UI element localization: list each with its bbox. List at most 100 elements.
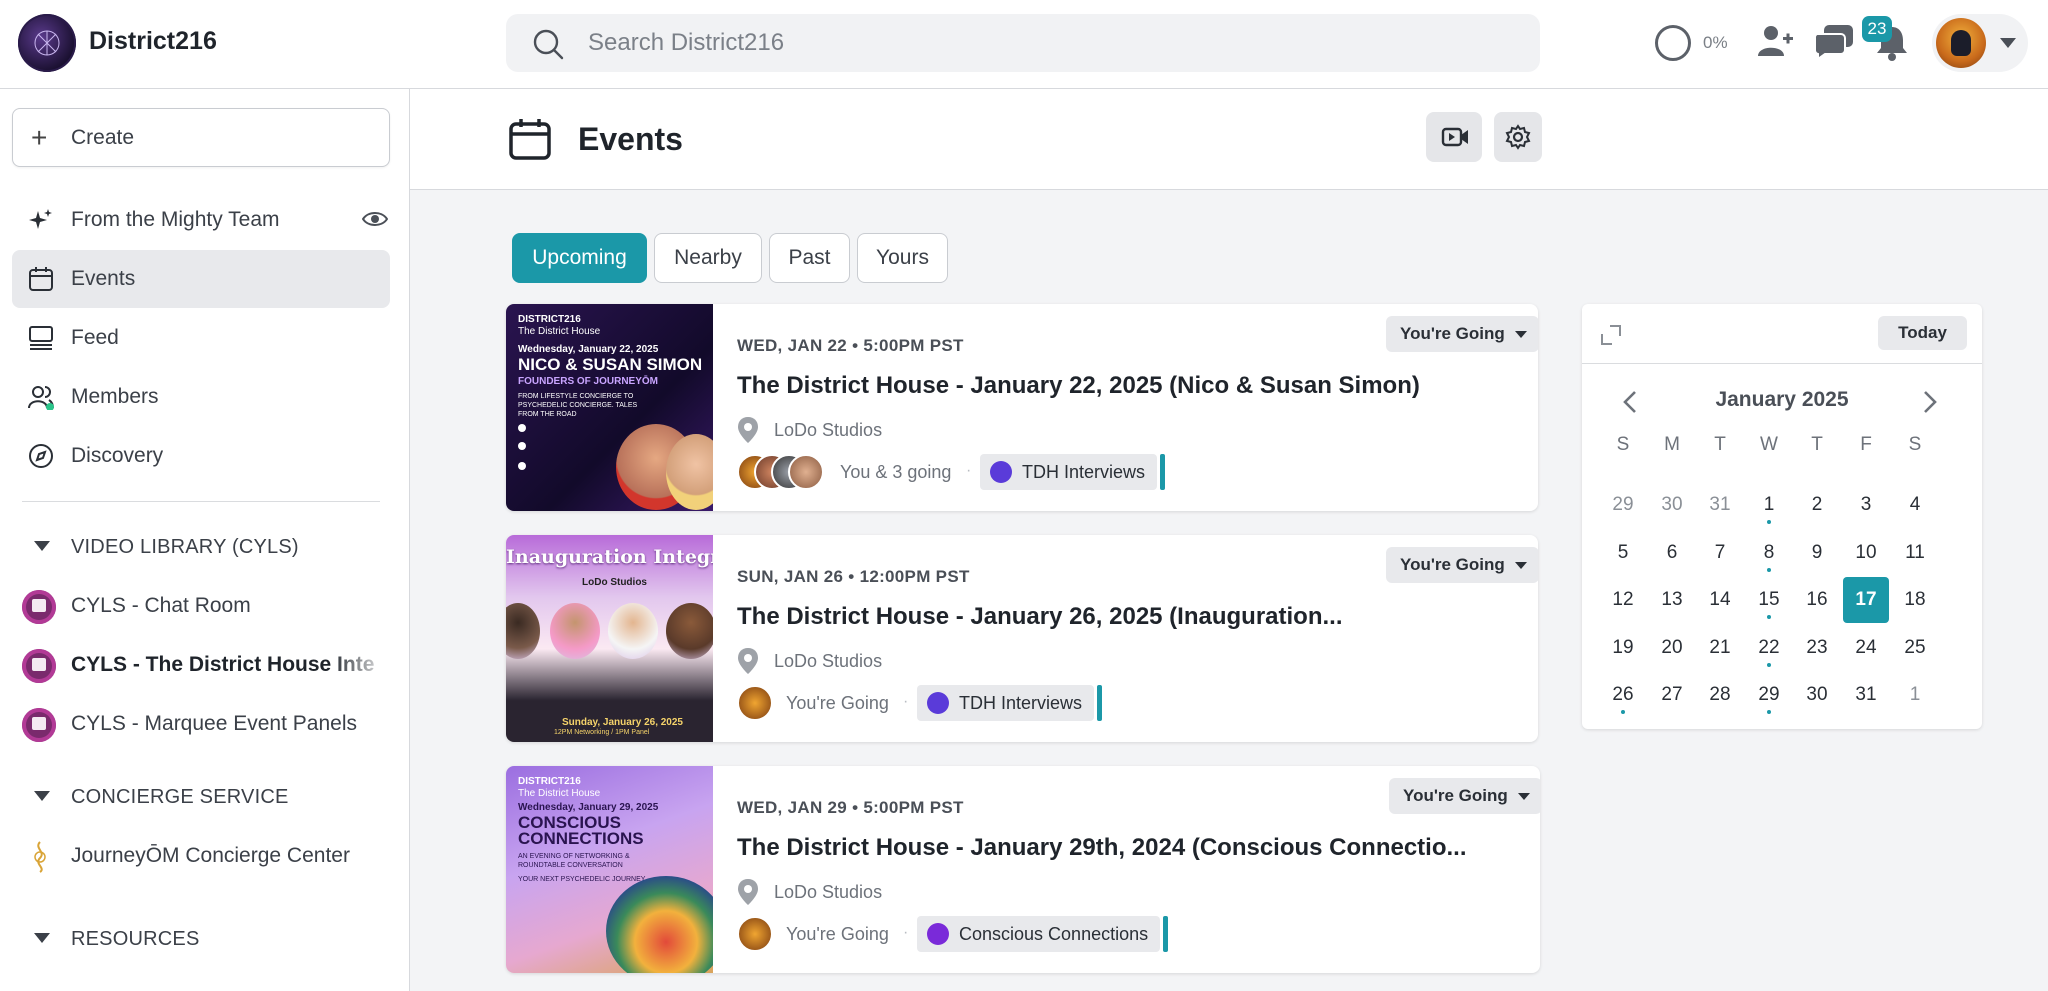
sidebar-item-concierge-center[interactable]: JourneyŌM Concierge Center — [12, 830, 390, 882]
rsvp-dropdown[interactable]: You're Going — [1389, 778, 1540, 814]
calendar-day[interactable]: 18 — [1892, 577, 1938, 623]
sidebar-item-feed[interactable]: Feed — [12, 309, 390, 367]
expand-icon[interactable] — [1600, 324, 1622, 346]
event-title[interactable]: The District House - January 29th, 2024 … — [737, 834, 1467, 862]
calendar-day[interactable]: 30 — [1649, 482, 1695, 528]
section-concierge-service[interactable]: CONCIERGE SERVICE — [12, 777, 390, 817]
caret-down-icon — [34, 541, 50, 551]
event-thumbnail[interactable]: Inauguration Integration LoDo Studios Su… — [506, 535, 713, 742]
calendar-day[interactable]: 5 — [1600, 530, 1646, 576]
search-input[interactable] — [588, 14, 1488, 72]
calendar-day[interactable]: 26 — [1600, 672, 1646, 718]
calendar-day[interactable]: 1 — [1892, 672, 1938, 718]
video-button[interactable] — [1426, 112, 1482, 162]
calendar-day[interactable]: 10 — [1843, 530, 1889, 576]
calendar-day[interactable]: 13 — [1649, 577, 1695, 623]
calendar-day-number: 4 — [1909, 494, 1921, 515]
sidebar-item-discovery[interactable]: Discovery — [12, 427, 390, 485]
calendar-day[interactable]: 31 — [1697, 482, 1743, 528]
calendar-day[interactable]: 25 — [1892, 625, 1938, 671]
calendar-day[interactable]: 24 — [1843, 625, 1889, 671]
event-tag[interactable]: Conscious Connections — [917, 916, 1169, 952]
calendar-day[interactable]: 7 — [1697, 530, 1743, 576]
calendar-day[interactable]: 23 — [1794, 625, 1840, 671]
tab-nearby[interactable]: Nearby — [654, 233, 762, 283]
calendar-day[interactable]: 31 — [1843, 672, 1889, 718]
event-title[interactable]: The District House - January 22, 2025 (N… — [737, 372, 1420, 400]
calendar-day[interactable]: 17 — [1843, 577, 1889, 623]
progress-ring[interactable] — [1655, 25, 1691, 61]
thumb-time: 12PM Networking / 1PM Panel — [554, 729, 650, 736]
user-menu[interactable] — [1932, 14, 2028, 72]
calendar-day[interactable]: 29 — [1600, 482, 1646, 528]
thumb-blurb: FROM LIFESTYLE CONCIERGE TO PSYCHEDELIC … — [518, 393, 638, 418]
sidebar-item-cyls-marquee[interactable]: CYLS - Marquee Event Panels — [12, 698, 390, 750]
sidebar-item-cyls-district-house[interactable]: CYLS - The District House Inte — [12, 639, 390, 691]
calendar-day[interactable]: 3 — [1843, 482, 1889, 528]
district216-logo[interactable] — [18, 14, 76, 72]
bullet — [518, 442, 526, 450]
calendar-day[interactable]: 16 — [1794, 577, 1840, 623]
tab-past[interactable]: Past — [769, 233, 850, 283]
channel-icon — [22, 590, 56, 624]
gear-icon — [1505, 124, 1531, 150]
calendar-day[interactable]: 4 — [1892, 482, 1938, 528]
sidebar-divider — [22, 501, 380, 502]
calendar-day[interactable]: 30 — [1794, 672, 1840, 718]
rsvp-dropdown[interactable]: You're Going — [1386, 547, 1538, 583]
section-resources[interactable]: RESOURCES — [12, 919, 390, 959]
calendar-day[interactable]: 2 — [1794, 482, 1840, 528]
calendar-day[interactable]: 29 — [1746, 672, 1792, 718]
calendar-day[interactable]: 19 — [1600, 625, 1646, 671]
sidebar-item-label: CYLS - Marquee Event Panels — [71, 712, 357, 735]
main-content: Events Upcoming Nearby Past Yours DISTRI… — [410, 89, 2048, 991]
add-user-icon[interactable] — [1756, 22, 1794, 60]
event-card[interactable]: Inauguration Integration LoDo Studios Su… — [506, 535, 1538, 742]
sidebar-item-members[interactable]: Members — [12, 368, 390, 426]
event-card[interactable]: DISTRICT216 The District House Wednesday… — [506, 304, 1538, 511]
event-card[interactable]: DISTRICT216 The District House Wednesday… — [506, 766, 1540, 973]
chevron-down-icon — [2000, 38, 2016, 48]
calendar-day[interactable]: 12 — [1600, 577, 1646, 623]
create-button[interactable]: + Create — [12, 108, 390, 167]
tab-upcoming[interactable]: Upcoming — [512, 233, 647, 283]
event-tag[interactable]: TDH Interviews — [980, 454, 1166, 490]
eye-icon[interactable] — [362, 209, 388, 229]
today-button[interactable]: Today — [1878, 316, 1967, 350]
calendar-day[interactable]: 15 — [1746, 577, 1792, 623]
calendar-day-number: 26 — [1612, 684, 1634, 705]
calendar-day[interactable]: 22 — [1746, 625, 1792, 671]
calendar-day[interactable]: 8 — [1746, 530, 1792, 576]
event-thumbnail[interactable]: DISTRICT216 The District House Wednesday… — [506, 766, 713, 973]
calendar-day[interactable]: 1 — [1746, 482, 1792, 528]
calendar-day[interactable]: 14 — [1697, 577, 1743, 623]
event-thumbnail[interactable]: DISTRICT216 The District House Wednesday… — [506, 304, 713, 511]
calendar-day[interactable]: 11 — [1892, 530, 1938, 576]
sidebar-item-events[interactable]: Events — [12, 250, 390, 308]
calendar-day-number: 23 — [1806, 636, 1828, 658]
calendar-day[interactable]: 21 — [1697, 625, 1743, 671]
weekday-label: T — [1714, 434, 1726, 455]
rsvp-dropdown[interactable]: You're Going — [1386, 316, 1538, 352]
section-video-library[interactable]: VIDEO LIBRARY (CYLS) — [12, 527, 390, 567]
event-tag[interactable]: TDH Interviews — [917, 685, 1103, 721]
tab-yours[interactable]: Yours — [857, 233, 948, 283]
settings-button[interactable] — [1494, 112, 1542, 162]
channel-icon — [22, 708, 56, 742]
channel-icon — [22, 649, 56, 683]
search-bar[interactable] — [506, 14, 1540, 72]
calendar-day[interactable]: 9 — [1794, 530, 1840, 576]
calendar-day[interactable]: 28 — [1697, 672, 1743, 718]
mini-calendar: Today January 2025 S M T W T F S 29 30 31 1 2 3 4 5 6 7 8… — [1582, 304, 1982, 729]
event-title[interactable]: The District House - January 26, 2025 (I… — [737, 603, 1343, 631]
calendar-day[interactable]: 27 — [1649, 672, 1695, 718]
sidebar-item-cyls-chat-room[interactable]: CYLS - Chat Room — [12, 580, 390, 632]
app-name[interactable]: District216 — [89, 27, 217, 56]
calendar-day-number: 27 — [1661, 684, 1683, 705]
calendar-day[interactable]: 20 — [1649, 625, 1695, 671]
sidebar-item-from-mighty-team[interactable]: From the Mighty Team — [12, 191, 390, 249]
calendar-day[interactable]: 6 — [1649, 530, 1695, 576]
chat-icon[interactable] — [1815, 22, 1855, 60]
sidebar-item-label: From the Mighty Team — [71, 208, 280, 231]
chevron-right-icon[interactable] — [1922, 390, 1938, 414]
